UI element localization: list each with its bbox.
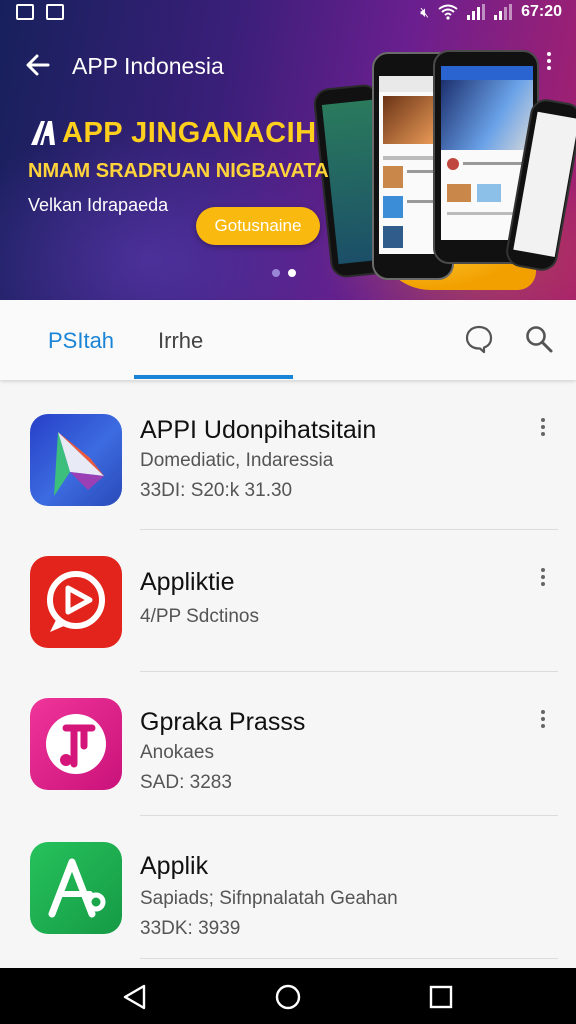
app-list: APPI Udonpihatsitain Domediatic, Indares… (0, 380, 576, 968)
play-bubble-icon (30, 556, 122, 648)
clock: 67:20 (521, 3, 562, 20)
app-developer: Anokaes (140, 742, 214, 763)
chat-icon[interactable] (464, 324, 494, 354)
app-bar-title: APP Indonesia (72, 53, 224, 79)
app-name: APPI Udonpihatsitain (140, 416, 377, 444)
promo-subheading: NMAM SRADRUAN NIGBAVATA (28, 160, 329, 182)
app-name: Appliktie (140, 568, 235, 596)
promo-cta-button[interactable]: Gotusnaine (196, 207, 320, 245)
mute-icon: 🔇︎ (420, 4, 430, 20)
list-item[interactable]: Appliktie 4/PP Sdctinos (0, 530, 576, 672)
status-bar: 🔇︎ 67:20 (0, 0, 576, 26)
list-item[interactable]: Applik Sapiads; Sifnpnalatah Geahan 33DK… (0, 816, 576, 959)
app-developer: 4/PP Sdctinos (140, 606, 260, 627)
more-vert-icon[interactable] (538, 710, 548, 734)
tab-irrhe[interactable]: Irrhe (158, 328, 203, 354)
pager-dot (272, 269, 280, 277)
search-icon[interactable] (524, 324, 554, 354)
app-name: Gpraka Prasss (140, 708, 306, 736)
carousel-pager (272, 269, 296, 277)
back-triangle-icon[interactable] (120, 982, 150, 1012)
more-vert-icon[interactable] (538, 568, 548, 592)
app-developer: Sapiads; Sifnpnalatah Geahan (140, 888, 398, 909)
app-meta: 33DK: 3939 (140, 918, 241, 939)
app-developer: Domediatic, Indaressia (140, 450, 334, 471)
recents-square-icon[interactable] (426, 982, 456, 1012)
paper-plane-icon (30, 414, 122, 506)
connector-a-icon (30, 842, 122, 934)
more-vert-icon[interactable] (538, 418, 548, 442)
news-icon (46, 4, 64, 20)
app-bar: APP Indonesia (0, 36, 576, 94)
app-name: Applik (140, 852, 209, 880)
image-icon (16, 4, 34, 20)
signal-icon (467, 4, 486, 20)
music-note-icon (30, 698, 122, 790)
active-tab-indicator (134, 375, 293, 379)
system-nav-bar (0, 968, 576, 1024)
back-arrow-icon[interactable] (20, 48, 56, 82)
pager-dot-active (288, 269, 296, 277)
promo-tagline: Velkan Idrapaeda (28, 195, 169, 215)
promo-banner[interactable]: 🔇︎ 67:20 APP Indonesia APP JINGANACIH NM… (0, 0, 576, 300)
signal-icon (494, 4, 513, 20)
wifi-icon (438, 4, 458, 20)
divider (140, 958, 558, 959)
list-item[interactable]: Gpraka Prasss Anokaes SAD: 3283 (0, 672, 576, 816)
tab-pstitah[interactable]: PSItah (48, 328, 114, 354)
promo-heading: APP JINGANACIH (62, 117, 317, 149)
tab-bar: PSItah Irrhe (0, 300, 576, 380)
more-vert-icon[interactable] (544, 52, 554, 78)
brand-logo-icon (31, 121, 55, 145)
home-circle-icon[interactable] (273, 982, 303, 1012)
list-item[interactable]: APPI Udonpihatsitain Domediatic, Indares… (0, 380, 576, 530)
app-meta: SAD: 3283 (140, 772, 232, 793)
app-meta: 33DI: S20:k 31.30 (140, 480, 293, 501)
